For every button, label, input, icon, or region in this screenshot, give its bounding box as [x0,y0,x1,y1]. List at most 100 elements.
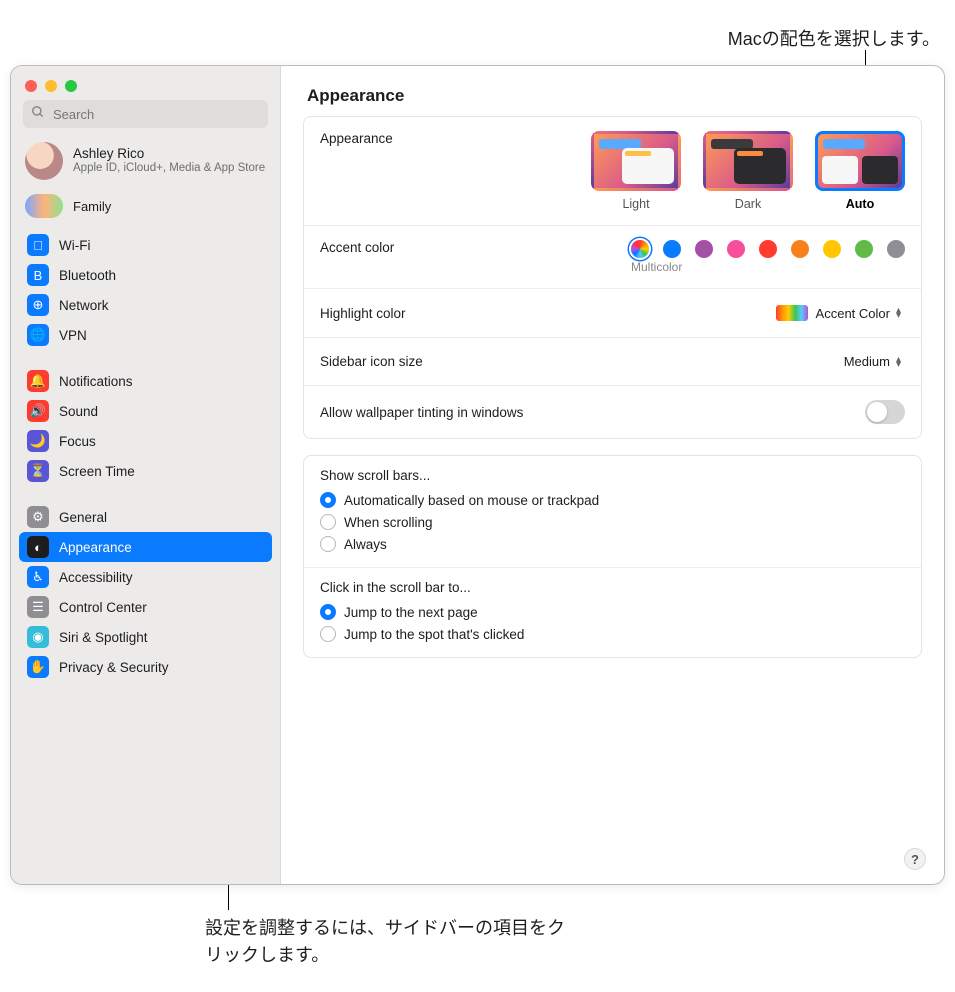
sidebar-item-bluetooth[interactable]: B Bluetooth [19,260,272,290]
sidebar-size-value: Medium [844,354,890,369]
sidebar-item-label: Network [59,298,109,313]
account-name: Ashley Rico [73,146,265,161]
notifications-icon: 🔔 [27,370,49,392]
accent-swatch-5[interactable] [791,240,809,258]
control-center-icon: ☰ [27,596,49,618]
sidebar-item-control-center[interactable]: ☰ Control Center [19,592,272,622]
sidebar-item-label: Siri & Spotlight [59,630,148,645]
appearance-option-dark[interactable] [703,131,793,191]
appearance-option-label: Dark [735,197,761,211]
sidebar-item-focus[interactable]: 🌙 Focus [19,426,272,456]
scrollclick-option[interactable]: Jump to the next page [320,601,905,623]
page-title: Appearance [281,66,944,116]
wallpaper-tint-toggle[interactable] [865,400,905,424]
avatar [25,142,63,180]
scroll-panel: Show scroll bars... Automatically based … [303,455,922,658]
scrollclick-title: Click in the scroll bar to... [320,580,905,595]
apple-id-row[interactable]: Ashley Rico Apple ID, iCloud+, Media & A… [11,138,280,190]
sidebar-item-privacy-security[interactable]: ✋Privacy & Security [19,652,272,682]
scrollclick-option[interactable]: Jump to the spot that's clicked [320,623,905,645]
vpn-icon: 🌐 [27,324,49,346]
accent-swatch-4[interactable] [759,240,777,258]
screen-time-icon: ⏳ [27,460,49,482]
focus-icon: 🌙 [27,430,49,452]
appearance-option-auto[interactable] [815,131,905,191]
sidebar-list: 􀙇 Wi-Fi B Bluetooth ⊕ Network 🌐 VPN 🔔 Notificatio… [11,230,280,884]
accent-swatch-0[interactable] [631,240,649,258]
sidebar-item-appearance[interactable]: ◐Appearance [19,532,272,562]
sidebar-item-label: Sound [59,404,98,419]
sidebar-item-label: Focus [59,434,96,449]
account-sub: Apple ID, iCloud+, Media & App Store [73,161,265,175]
radio-icon [320,536,336,552]
main-panel: Appearance Appearance Light Dark Auto Acce… [281,66,944,884]
scrollbars-option[interactable]: Automatically based on mouse or trackpad [320,489,905,511]
highlight-swatch-icon [776,305,808,321]
callout-bottom-text: 設定を調整するには、サイドバーの項目をクリックします。 [205,915,565,969]
sidebar-item-label: Notifications [59,374,133,389]
minimize-button[interactable] [45,80,57,92]
settings-window: Ashley Rico Apple ID, iCloud+, Media & A… [10,65,945,885]
radio-icon [320,604,336,620]
sidebar-item-label: Screen Time [59,464,135,479]
sidebar-item-vpn[interactable]: 🌐 VPN [19,320,272,350]
accent-swatch-2[interactable] [695,240,713,258]
appearance-panel: Appearance Light Dark Auto Accent color Mu… [303,116,922,439]
highlight-popup[interactable]: Accent Color ▴▾ [768,303,905,323]
accent-swatches [631,240,905,258]
wallpaper-tint-label: Allow wallpaper tinting in windows [320,405,523,420]
sidebar-item-label: Bluetooth [59,268,116,283]
scrollbars-option-label: Always [344,537,387,552]
scrollbars-option-label: When scrolling [344,515,433,530]
radio-icon [320,514,336,530]
appearance-option-label: Light [622,197,649,211]
scrollbars-option[interactable]: Always [320,533,905,555]
accent-label: Accent color [320,240,394,255]
sidebar-item-wi-fi[interactable]: 􀙇 Wi-Fi [19,230,272,260]
network-icon: ⊕ [27,294,49,316]
sidebar-item-general[interactable]: ⚙ General [19,502,272,532]
search-icon [31,105,45,122]
accent-swatch-3[interactable] [727,240,745,258]
sidebar-item-screen-time[interactable]: ⏳ Screen Time [19,456,272,486]
scrollbars-option-label: Automatically based on mouse or trackpad [344,493,599,508]
zoom-button[interactable] [65,80,77,92]
chevron-updown-icon: ▴▾ [896,308,901,318]
search-input[interactable] [23,100,268,128]
scrollbars-option[interactable]: When scrolling [320,511,905,533]
accent-swatch-6[interactable] [823,240,841,258]
sidebar-item-network[interactable]: ⊕ Network [19,290,272,320]
help-button[interactable]: ? [904,848,926,870]
accent-swatch-1[interactable] [663,240,681,258]
appearance-option-label: Auto [846,197,874,211]
accent-selected-label: Multicolor [631,260,905,274]
appearance-options: Light Dark Auto [591,131,905,211]
sidebar-item-label: Wi-Fi [59,238,90,253]
sidebar-item-siri-spotlight[interactable]: ◉ Siri & Spotlight [19,622,272,652]
sidebar-item-label: Control Center [59,600,147,615]
highlight-label: Highlight color [320,306,406,321]
accent-swatch-8[interactable] [887,240,905,258]
radio-icon [320,492,336,508]
sidebar-item-label: Appearance [59,540,132,555]
siri-spotlight-icon: ◉ [27,626,49,648]
sound-icon: 🔊 [27,400,49,422]
close-button[interactable] [25,80,37,92]
radio-icon [320,626,336,642]
bluetooth-icon: B [27,264,49,286]
general-icon: ⚙ [27,506,49,528]
sidebar-item-label: VPN [59,328,87,343]
accent-swatch-7[interactable] [855,240,873,258]
sidebar-item-label: Privacy & Security [59,660,169,675]
sidebar-size-label: Sidebar icon size [320,354,423,369]
appearance-label: Appearance [320,131,393,146]
sidebar-item-notifications[interactable]: 🔔 Notifications [19,366,272,396]
sidebar-size-popup[interactable]: Medium ▴▾ [836,352,905,371]
appearance-option-light[interactable] [591,131,681,191]
sidebar: Ashley Rico Apple ID, iCloud+, Media & A… [11,66,281,884]
sidebar-item-sound[interactable]: 🔊 Sound [19,396,272,426]
wi-fi-icon: 􀙇 [27,234,49,256]
sidebar-item-accessibility[interactable]: ♿︎Accessibility [19,562,272,592]
sidebar-item-label: General [59,510,107,525]
family-row[interactable]: Family [11,190,280,230]
